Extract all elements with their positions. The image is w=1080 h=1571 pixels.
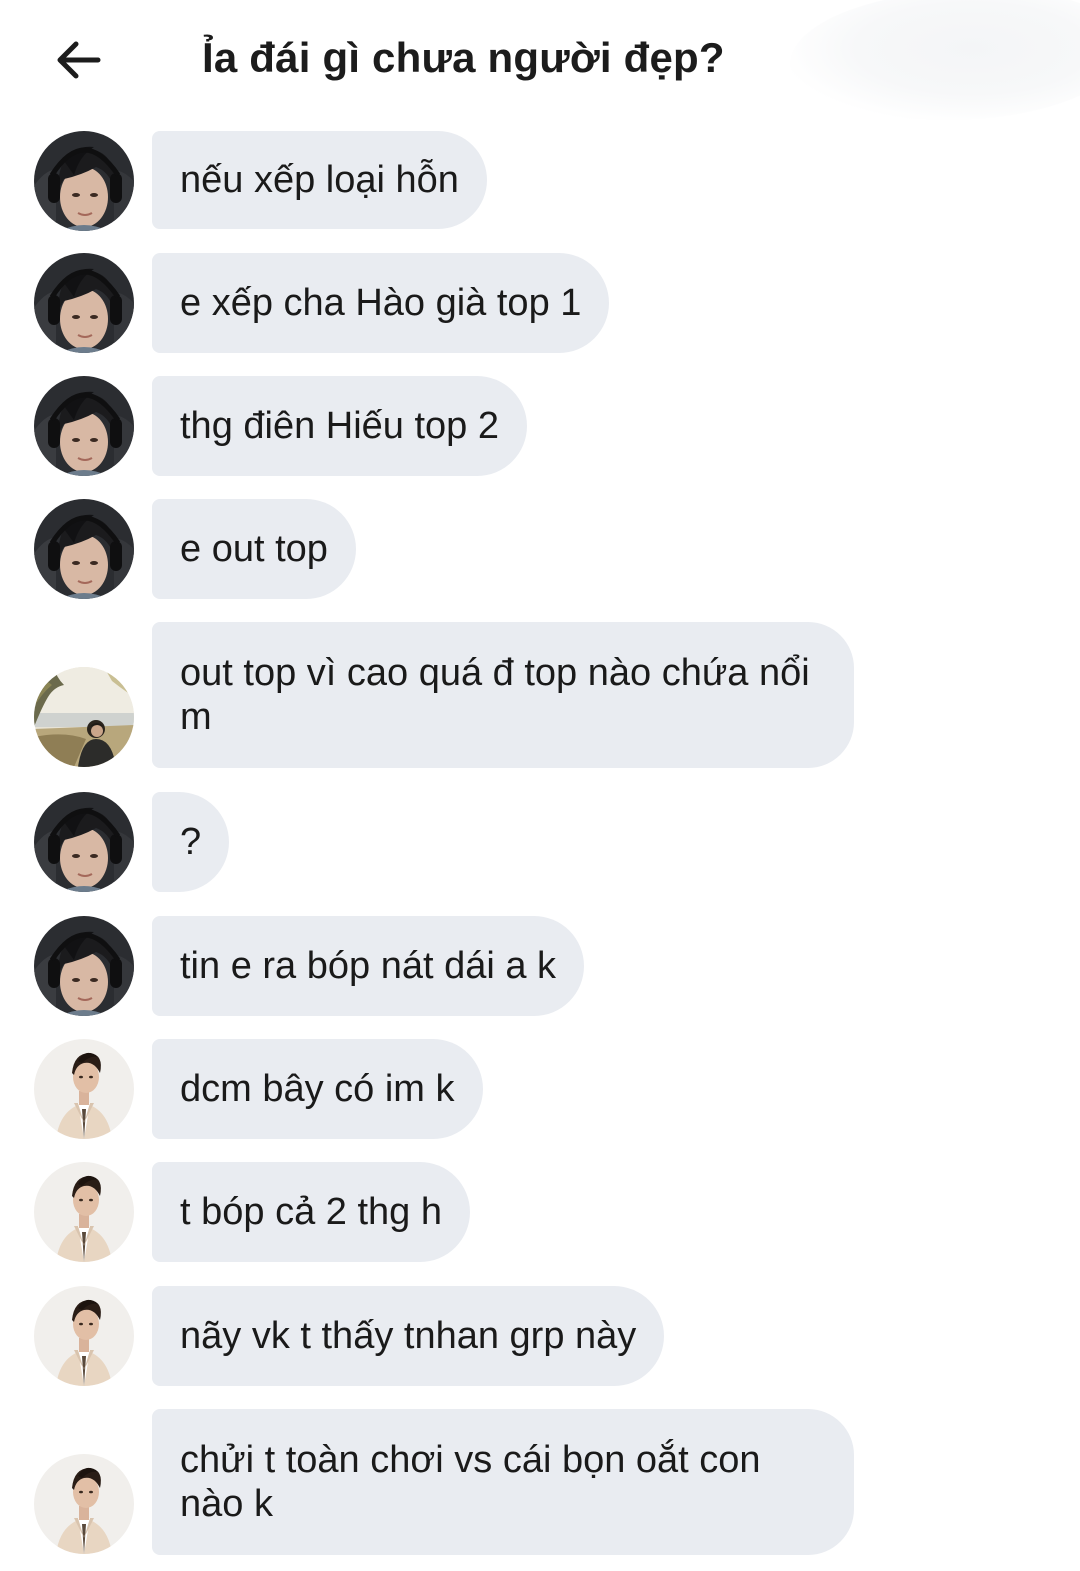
message-text: t bóp cả 2 thg h (180, 1191, 442, 1233)
avatar[interactable] (34, 1162, 134, 1262)
message-bubble[interactable]: t bóp cả 2 thg h (152, 1162, 470, 1262)
message-bubble[interactable]: out top vì cao quá đ top nào chứa nổi m (152, 622, 854, 768)
chat-screen: Ỉa đái gì chưa người đẹp? nếu xếp loại h… (0, 0, 1080, 1571)
avatar[interactable] (34, 792, 134, 892)
message-text: e out top (180, 528, 328, 570)
avatar[interactable] (34, 667, 134, 767)
message-text: thg điên Hiếu top 2 (180, 405, 500, 447)
message-bubble[interactable]: thg điên Hiếu top 2 (152, 376, 528, 476)
background-smudge (790, 0, 1080, 120)
message-bubble[interactable]: e xếp cha Hào già top 1 (152, 253, 610, 353)
message-bubble[interactable]: ? (152, 792, 230, 892)
chat-header: Ỉa đái gì chưa người đẹp? (0, 0, 1080, 120)
avatar[interactable] (34, 499, 134, 599)
avatar[interactable] (34, 131, 134, 231)
message-text: chửi t toàn chơi vs cái bọn oắt con nào … (180, 1439, 761, 1525)
message-bubble[interactable]: e out top (152, 499, 356, 599)
arrow-left-icon (57, 41, 101, 79)
avatar[interactable] (34, 253, 134, 353)
avatar[interactable] (34, 1286, 134, 1386)
message-bubble[interactable]: tin e ra bóp nát dái a k (152, 916, 585, 1016)
avatar[interactable] (34, 916, 134, 1016)
message-bubble[interactable]: chửi t toàn chơi vs cái bọn oắt con nào … (152, 1409, 854, 1555)
back-button[interactable] (48, 30, 108, 90)
avatar[interactable] (34, 1039, 134, 1139)
message-text: e xếp cha Hào già top 1 (180, 282, 582, 324)
chat-title: Ỉa đái gì chưa người đẹp? (202, 34, 725, 81)
message-text: ? (180, 821, 202, 863)
message-text: out top vì cao quá đ top nào chứa nổi m (180, 652, 810, 738)
message-bubble[interactable]: nếu xếp loại hỗn (152, 131, 487, 229)
message-text: nãy vk t thấy tnhan grp này (180, 1315, 637, 1357)
message-bubble[interactable]: dcm bây có im k (152, 1039, 483, 1139)
message-bubble[interactable]: nãy vk t thấy tnhan grp này (152, 1286, 665, 1386)
avatar[interactable] (34, 1454, 134, 1554)
message-text: dcm bây có im k (180, 1068, 455, 1110)
avatar[interactable] (34, 376, 134, 476)
message-text: tin e ra bóp nát dái a k (180, 945, 557, 987)
message-text: nếu xếp loại hỗn (180, 159, 459, 201)
